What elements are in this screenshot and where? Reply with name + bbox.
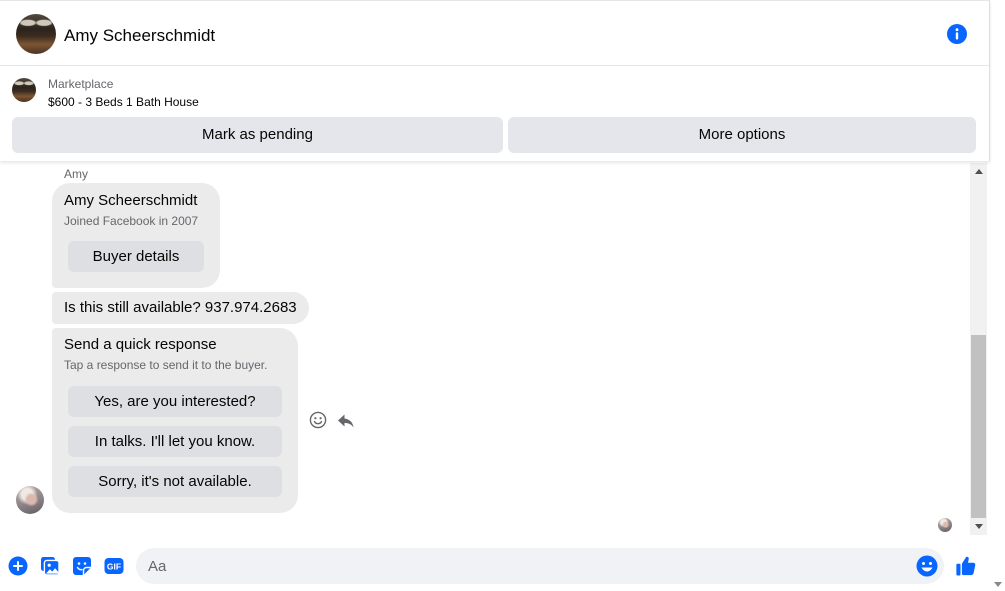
reply-icon: [338, 414, 354, 428]
emoji-icon: [916, 555, 938, 577]
contact-avatar[interactable]: [16, 14, 56, 54]
chevron-down-icon: [994, 582, 1002, 587]
chevron-up-icon: [974, 169, 983, 174]
message-bubble: Is this still available? 937.974.2683: [52, 292, 309, 324]
thread-scrollbar[interactable]: [970, 163, 987, 535]
conversation-top-panel: Amy Scheerschmidt Marketplace $600 - 3 B…: [0, 0, 990, 161]
send-like-button[interactable]: [955, 555, 977, 577]
gif-icon-label: GIF: [107, 562, 121, 572]
seen-indicator-avatar: [938, 518, 952, 532]
more-options-button[interactable]: More options: [508, 117, 976, 153]
listing-thumbnail[interactable]: [12, 78, 36, 102]
gif-icon: GIF: [104, 558, 124, 574]
buyer-profile-card: Amy Scheerschmidt Joined Facebook in 200…: [52, 183, 220, 288]
listing-category: Marketplace: [48, 77, 114, 91]
plus-circle-icon: [8, 556, 28, 576]
gif-button[interactable]: GIF: [104, 556, 124, 576]
quick-response-option[interactable]: Sorry, it's not available.: [68, 466, 282, 497]
more-actions-button[interactable]: [8, 556, 28, 576]
mark-as-pending-button[interactable]: Mark as pending: [12, 117, 503, 153]
scrollbar-thumb[interactable]: [971, 335, 986, 518]
sticker-icon: [73, 557, 91, 575]
attach-photo-button[interactable]: [40, 556, 60, 576]
listing-title[interactable]: $600 - 3 Beds 1 Bath House: [48, 95, 199, 109]
photo-icon: [41, 557, 60, 576]
contact-name[interactable]: Amy Scheerschmidt: [64, 25, 215, 47]
chat-header: Amy Scheerschmidt: [0, 1, 989, 66]
sender-label: Amy: [64, 167, 88, 181]
quick-response-title: Send a quick response: [64, 336, 217, 353]
quick-response-option[interactable]: Yes, are you interested?: [68, 386, 282, 417]
message-composer: GIF: [0, 548, 990, 584]
sticker-button[interactable]: [72, 556, 92, 576]
info-icon: [947, 24, 967, 44]
quick-response-subtitle: Tap a response to send it to the buyer.: [64, 358, 268, 372]
emoji-button[interactable]: [916, 555, 938, 577]
reply-button[interactable]: [337, 412, 355, 430]
message-text: Is this still available? 937.974.2683: [64, 299, 297, 316]
react-button[interactable]: [309, 411, 327, 429]
quick-response-option[interactable]: In talks. I'll let you know.: [68, 426, 282, 457]
chevron-down-icon: [974, 524, 983, 529]
message-input[interactable]: [148, 548, 908, 584]
sender-avatar[interactable]: [16, 486, 44, 514]
page-scroll-arrow[interactable]: [994, 582, 1002, 587]
conversation-info-button[interactable]: [947, 24, 967, 44]
marketplace-listing: Marketplace $600 - 3 Beds 1 Bath House M…: [0, 67, 989, 162]
quick-response-card: Send a quick response Tap a response to …: [52, 328, 298, 513]
scroll-down-arrow[interactable]: [970, 518, 987, 535]
buyer-details-button[interactable]: Buyer details: [68, 241, 204, 272]
profile-card-name: Amy Scheerschmidt: [64, 192, 198, 209]
message-thread: Amy Amy Scheerschmidt Joined Facebook in…: [0, 162, 990, 538]
profile-card-joined: Joined Facebook in 2007: [64, 214, 199, 228]
thumbs-up-icon: [956, 556, 976, 576]
scroll-up-arrow[interactable]: [970, 163, 987, 180]
smile-icon: [309, 411, 327, 429]
message-field[interactable]: [136, 548, 944, 584]
